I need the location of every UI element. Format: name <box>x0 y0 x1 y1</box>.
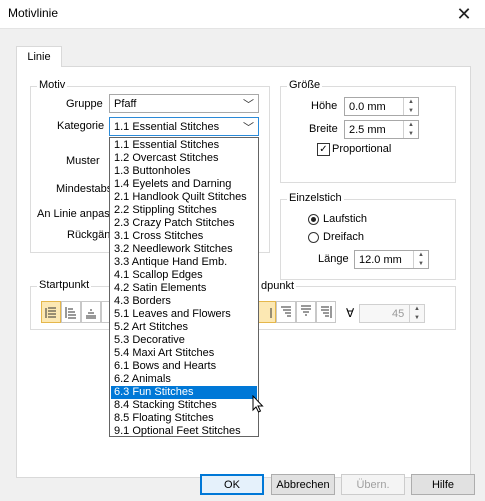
kategorie-option[interactable]: 1.1 Essential Stitches <box>111 139 257 152</box>
muster-label: Muster <box>66 155 100 167</box>
spin-up-icon: ▲ <box>414 306 420 312</box>
laufstich-radio[interactable] <box>308 214 319 225</box>
kategorie-option[interactable]: 9.1 Optional Feet Stitches <box>111 425 257 438</box>
kategorie-option[interactable]: 4.2 Satin Elements <box>111 282 257 295</box>
laenge-label: Länge <box>318 253 349 265</box>
proportional-checkbox[interactable]: ✓ <box>317 143 330 156</box>
start-align-bottom-button[interactable] <box>81 301 101 323</box>
kategorie-option[interactable]: 8.4 Stacking Stitches <box>111 399 257 412</box>
align-bottom-icon <box>86 309 96 319</box>
align-center-icon <box>65 307 76 319</box>
angle-spinner: 45 ▲ ▼ <box>359 304 425 323</box>
mindestabstand-label: Mindestabs <box>56 183 113 195</box>
spin-down-icon[interactable]: ▼ <box>414 260 428 269</box>
angle-icon: ∀ <box>346 306 355 320</box>
group-einzelstich-title: Einzelstich <box>287 192 344 204</box>
kategorie-option[interactable]: 6.1 Bows and Hearts <box>111 360 257 373</box>
kategorie-dropdown-list[interactable]: 1.1 Essential Stitches 1.2 Overcast Stitc… <box>109 137 259 437</box>
group-startpunkt-title: Startpunkt <box>37 279 92 291</box>
align-right-icon <box>270 308 272 318</box>
abbrechen-button[interactable]: Abbrechen <box>271 474 335 495</box>
hilfe-button-label: Hilfe <box>431 478 454 491</box>
uebernehmen-button: Übern. <box>341 474 405 495</box>
laenge-value: 12.0 mm <box>359 254 402 266</box>
end-align-left-button[interactable] <box>256 301 276 323</box>
end-align-center-button[interactable] <box>276 301 296 323</box>
chevron-down-icon: ﹀ <box>243 99 254 111</box>
endpunkt-title: dpunkt <box>259 280 297 292</box>
kategorie-option[interactable]: 2.1 Handlook Quilt Stitches <box>111 191 257 204</box>
window-title: Motivlinie <box>8 6 59 20</box>
kategorie-option[interactable]: 2.3 Crazy Patch Stitches <box>111 217 257 230</box>
align-right-lines-icon <box>321 306 332 318</box>
hilfe-button[interactable]: Hilfe <box>411 474 475 495</box>
kategorie-option[interactable]: 1.2 Overcast Stitches <box>111 152 257 165</box>
kategorie-option[interactable]: 1.3 Buttonholes <box>111 165 257 178</box>
align-top-right-icon <box>281 306 291 317</box>
align-top-icon <box>301 305 311 316</box>
abbrechen-button-label: Abbrechen <box>276 478 330 491</box>
breite-label: Breite <box>309 123 338 135</box>
spin-down-icon[interactable]: ▼ <box>404 130 418 139</box>
start-align-left-button[interactable] <box>41 301 61 323</box>
spin-up-icon[interactable]: ▲ <box>414 251 428 260</box>
breite-value: 2.5 mm <box>349 124 386 136</box>
dreifach-label: Dreifach <box>323 231 364 243</box>
group-groesse-title: Größe <box>287 79 323 91</box>
kategorie-option[interactable]: 5.4 Maxi Art Stitches <box>111 347 257 360</box>
hoehe-spinner[interactable]: 0.0 mm ▲ ▼ <box>344 97 419 116</box>
kategorie-option[interactable]: 6.2 Animals <box>111 373 257 386</box>
group-motiv-title: Motiv <box>37 79 68 91</box>
hoehe-value: 0.0 mm <box>349 101 386 113</box>
kategorie-option[interactable]: 5.1 Leaves and Flowers <box>111 308 257 321</box>
end-align-top-button[interactable] <box>296 301 316 323</box>
an-linie-anpassen-label: An Linie anpass <box>37 208 116 220</box>
spin-down-icon[interactable]: ▼ <box>404 107 418 116</box>
hoehe-label: Höhe <box>311 100 338 112</box>
kategorie-option[interactable]: 3.3 Antique Hand Emb. <box>111 256 257 269</box>
kategorie-option[interactable]: 8.5 Floating Stitches <box>111 412 257 425</box>
kategorie-value: 1.1 Essential Stitches <box>114 121 220 133</box>
rueckgang-label: Rückgän <box>67 229 111 241</box>
kategorie-option[interactable]: 5.2 Art Stitches <box>111 321 257 334</box>
dreifach-radio[interactable] <box>308 232 319 243</box>
uebernehmen-button-label: Übern. <box>356 478 390 491</box>
kategorie-option[interactable]: 4.3 Borders <box>111 295 257 308</box>
kategorie-option[interactable]: 5.3 Decorative <box>111 334 257 347</box>
spin-up-icon[interactable]: ▲ <box>404 98 418 107</box>
gruppe-value: Pfaff <box>114 98 137 110</box>
title-bar: Motivlinie ✕ <box>0 0 485 29</box>
spin-down-icon: ▼ <box>414 314 420 321</box>
chevron-down-icon: ﹀ <box>243 122 254 134</box>
kategorie-option[interactable]: 4.1 Scallop Edges <box>111 269 257 282</box>
kategorie-option[interactable]: 1.4 Eyelets and Darning <box>111 178 257 191</box>
close-icon[interactable]: ✕ <box>443 0 485 28</box>
proportional-label: Proportional <box>332 143 392 155</box>
kategorie-select[interactable]: 1.1 Essential Stitches ﹀ <box>109 117 259 136</box>
ok-button-label: OK <box>224 478 240 491</box>
breite-spinner[interactable]: 2.5 mm ▲ ▼ <box>344 120 419 139</box>
laenge-spinner[interactable]: 12.0 mm ▲ ▼ <box>354 250 429 269</box>
tab-linie[interactable]: Linie <box>16 46 62 67</box>
kategorie-option[interactable]: 2.2 Stippling Stitches <box>111 204 257 217</box>
start-align-center-button[interactable] <box>61 301 81 323</box>
gruppe-label: Gruppe <box>66 98 103 110</box>
gruppe-select[interactable]: Pfaff ﹀ <box>109 94 259 113</box>
spin-up-icon[interactable]: ▲ <box>404 121 418 130</box>
align-bottom-left-icon <box>45 307 56 318</box>
kategorie-option[interactable]: 3.1 Cross Stitches <box>111 230 257 243</box>
kategorie-option[interactable]: 3.2 Needlework Stitches <box>111 243 257 256</box>
tab-linie-label: Linie <box>27 51 51 63</box>
angle-value: 45 <box>392 308 405 320</box>
kategorie-option[interactable]: 6.3 Fun Stitches <box>111 386 257 399</box>
mouse-pointer-icon <box>252 395 264 413</box>
laufstich-label: Laufstich <box>323 213 368 225</box>
ok-button[interactable]: OK <box>200 474 264 495</box>
end-align-right-button[interactable] <box>316 301 336 323</box>
kategorie-label: Kategorie <box>57 120 105 132</box>
